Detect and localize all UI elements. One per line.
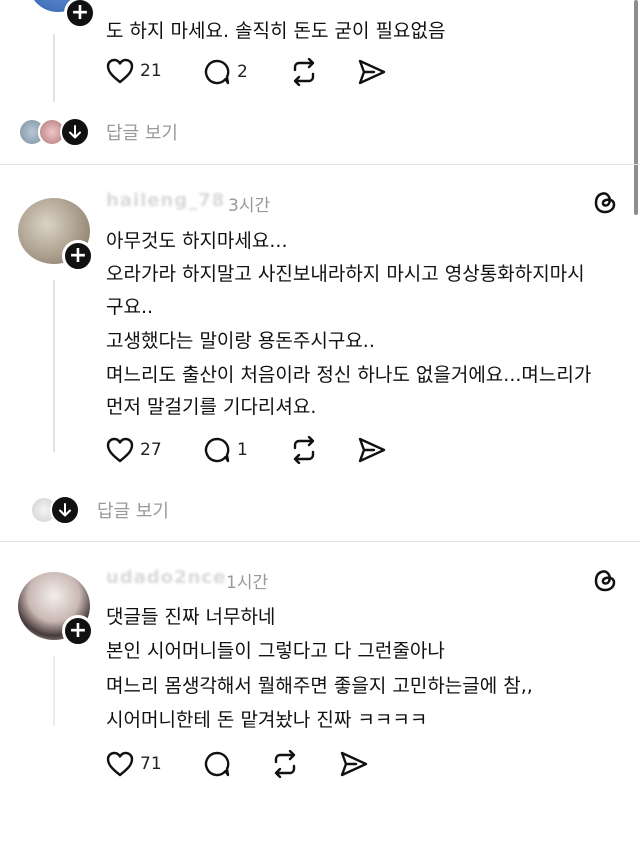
divider	[0, 164, 640, 165]
send-icon	[340, 751, 368, 777]
follow-plus-icon[interactable]: +	[62, 615, 94, 647]
threads-logo-icon[interactable]	[591, 566, 619, 594]
like-button[interactable]: 71	[106, 751, 162, 777]
comment-text-line: 시어머니한테 돈 맡겨놨나 진짜 ㅋㅋㅋㅋ	[106, 709, 428, 731]
scrollbar[interactable]	[634, 0, 638, 215]
heart-icon	[106, 58, 134, 84]
comment-text-line: 댓글들 진짜 너무하네	[106, 606, 276, 628]
follow-plus-icon[interactable]: +	[62, 240, 94, 272]
expand-replies-icon[interactable]	[50, 495, 80, 525]
comment-bubble-icon	[204, 59, 230, 85]
share-button[interactable]	[339, 750, 369, 778]
reply-count: 1	[237, 440, 248, 460]
like-button[interactable]: 21	[106, 58, 162, 84]
share-button[interactable]	[357, 58, 387, 86]
timestamp: 3시간	[228, 196, 271, 216]
comment-text-line: 본인 시어머니들이 그렇다고 다 그런줄아나	[106, 640, 445, 662]
comment-text-line: 구요..	[106, 296, 154, 318]
repost-button[interactable]	[270, 750, 300, 778]
repost-icon	[274, 750, 296, 778]
send-icon	[358, 59, 386, 85]
heart-icon	[106, 437, 134, 463]
timestamp: 1시간	[226, 573, 269, 593]
repost-button[interactable]	[289, 58, 319, 86]
repost-icon	[293, 436, 315, 464]
post-text-line: 도 하지 마세요. 솔직히 돈도 굳이 필요없음	[106, 20, 446, 42]
thread-connector-line	[53, 280, 55, 452]
repost-button[interactable]	[289, 436, 319, 464]
comment-text-line: 아무것도 하지마세요...	[106, 230, 288, 252]
expand-replies-icon[interactable]	[60, 117, 90, 147]
thread-connector-line	[53, 656, 55, 726]
reply-count: 2	[237, 62, 248, 82]
comment-text-line: 며느리 몸생각해서 뭘해주면 좋을지 고민하는글에 참,,	[106, 675, 533, 697]
username[interactable]: haileng_78	[106, 190, 225, 211]
view-replies-link[interactable]: 답글 보기	[97, 497, 169, 523]
reply-button[interactable]	[203, 750, 231, 778]
comment-text-line: 먼저 말걸기를 기다리셔요.	[106, 396, 317, 418]
heart-icon	[106, 751, 134, 777]
reply-button[interactable]: 2	[203, 58, 248, 86]
like-button[interactable]: 27	[106, 437, 162, 463]
threads-logo-icon[interactable]	[591, 188, 619, 216]
thread-connector-line	[53, 34, 55, 102]
send-icon	[358, 437, 386, 463]
follow-plus-icon[interactable]: +	[64, 0, 96, 29]
username[interactable]: udado2nce	[106, 567, 226, 588]
comment-bubble-icon	[204, 437, 230, 463]
divider	[0, 541, 640, 542]
share-button[interactable]	[357, 436, 387, 464]
like-count: 71	[140, 754, 162, 774]
like-count: 27	[140, 440, 162, 460]
comment-text-line: 오라가라 하지말고 사진보내라하지 마시고 영상통화하지마시	[106, 263, 585, 285]
comment-text-line: 며느리도 출산이 처음이라 정신 하나도 없을거에요...며느리가	[106, 364, 592, 386]
reply-button[interactable]: 1	[203, 436, 248, 464]
like-count: 21	[140, 61, 162, 81]
comment-bubble-icon	[204, 751, 230, 777]
comment-text-line: 고생했다는 말이랑 용돈주시구요..	[106, 330, 375, 352]
repost-icon	[293, 58, 315, 86]
view-replies-link[interactable]: 답글 보기	[106, 119, 178, 145]
